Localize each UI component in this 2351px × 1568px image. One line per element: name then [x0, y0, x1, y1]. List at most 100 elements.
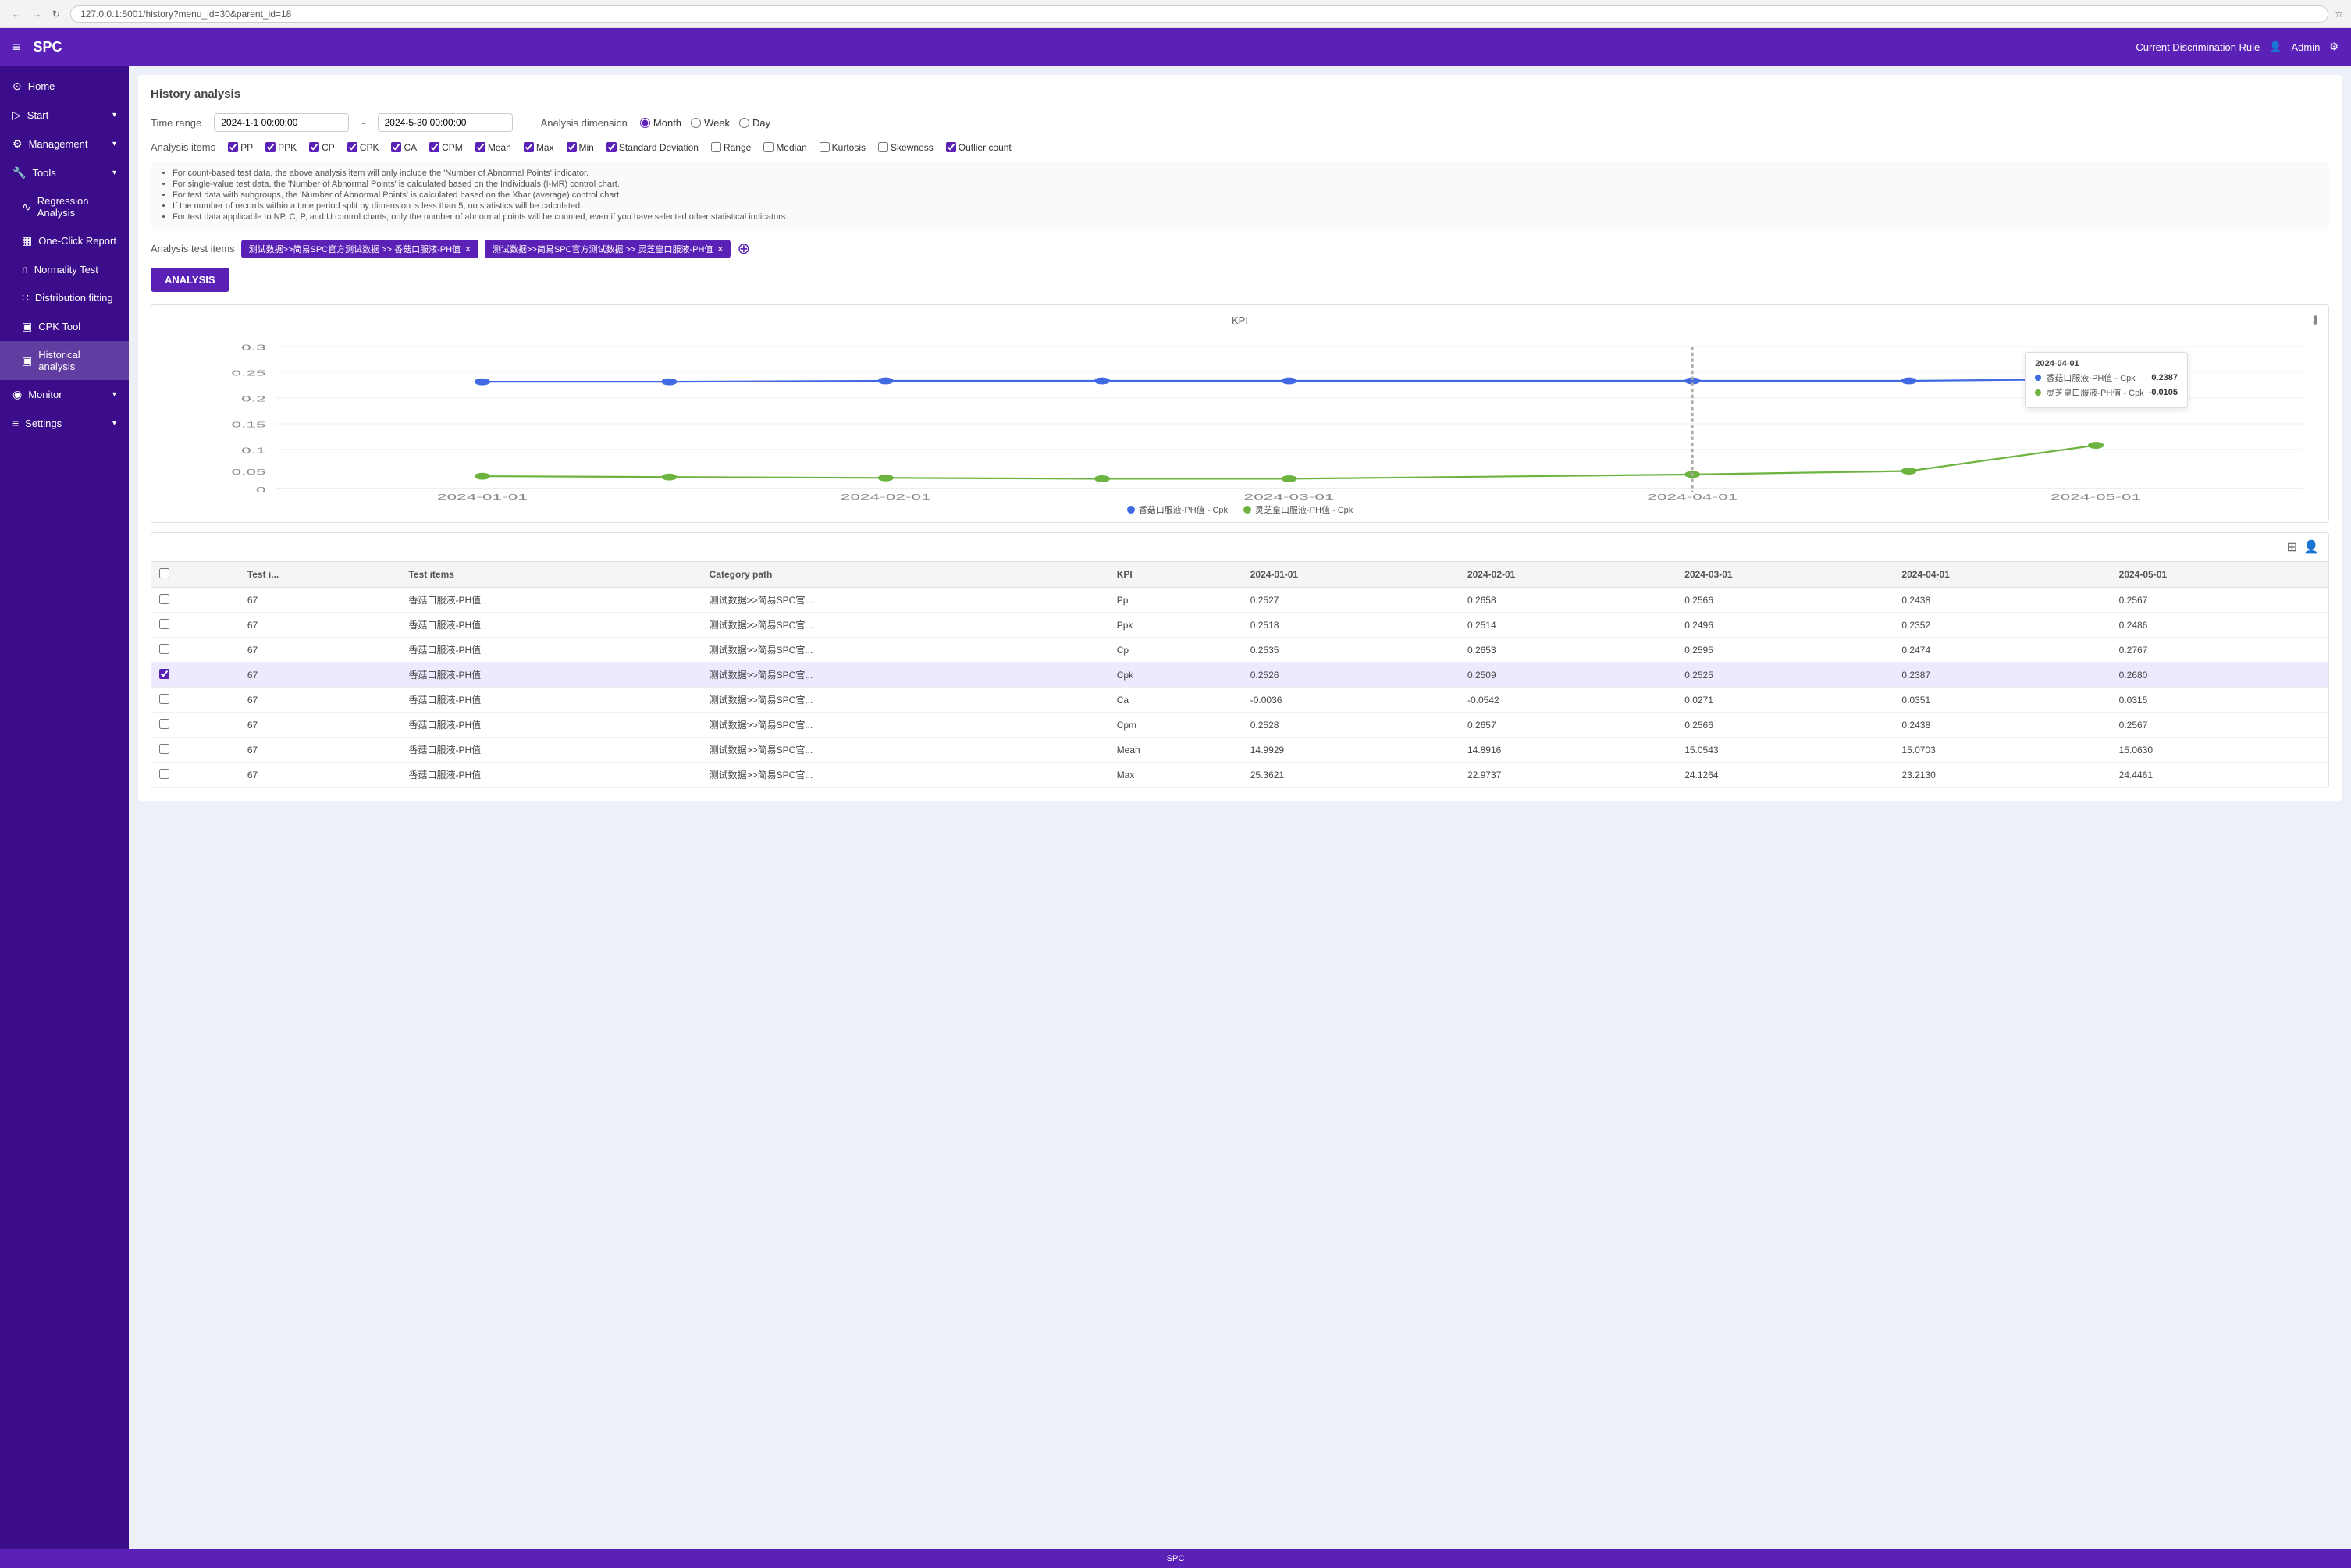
tooltip-date: 2024-04-01	[2035, 359, 2178, 368]
bookmark-icon[interactable]: ☆	[2335, 9, 2343, 20]
cb-cpk[interactable]: CPK	[347, 142, 379, 153]
cb-skewness[interactable]: Skewness	[878, 142, 934, 153]
sidebar-item-regression[interactable]: ∿ Regression Analysis	[0, 187, 129, 226]
sidebar-item-historical[interactable]: ▣ Historical analysis	[0, 341, 129, 380]
bottom-bar-label: SPC	[1167, 1554, 1185, 1563]
row-checkbox-cell[interactable]	[151, 713, 240, 738]
reload-btn[interactable]: ↻	[48, 7, 64, 21]
row-kpi: Ppk	[1109, 613, 1243, 638]
col-date-1: 2024-01-01	[1243, 562, 1460, 588]
radio-day[interactable]: Day	[739, 117, 770, 129]
export-icon[interactable]: 👤	[2303, 539, 2319, 555]
sidebar: ⊙ Home ▷ Start ▾ ⚙ Management ▾ 🔧 Tools …	[0, 66, 129, 1549]
back-btn[interactable]: ←	[8, 7, 25, 21]
sidebar-item-settings[interactable]: ≡ Settings ▾	[0, 409, 129, 437]
hamburger-icon[interactable]: ≡	[12, 39, 21, 55]
row-v1: 0.2526	[1243, 663, 1460, 688]
cb-outlier[interactable]: Outlier count	[946, 142, 1012, 153]
row-v4: 15.0703	[1894, 738, 2111, 763]
radio-week[interactable]: Week	[691, 117, 730, 129]
radio-week-label: Week	[704, 117, 730, 129]
row-checkbox-cell[interactable]	[151, 738, 240, 763]
select-all-checkbox[interactable]	[159, 568, 169, 578]
row-v3: 0.0271	[1677, 688, 1894, 713]
row-checkbox-cell[interactable]	[151, 688, 240, 713]
date-separator: -	[361, 117, 365, 129]
cb-mean[interactable]: Mean	[475, 142, 511, 153]
row-v1: 0.2528	[1243, 713, 1460, 738]
row-checkbox-cell[interactable]	[151, 763, 240, 788]
cb-ppk[interactable]: PPK	[265, 142, 297, 153]
analysis-button[interactable]: ANALYSIS	[151, 268, 229, 292]
cb-stddev[interactable]: Standard Deviation	[606, 142, 699, 153]
row-checkbox-cell[interactable]	[151, 613, 240, 638]
table-row: 67 香菇口服液-PH值 测试数据>>简易SPC官... Ppk 0.2518 …	[151, 613, 2328, 638]
row-checkbox-cell[interactable]	[151, 588, 240, 613]
cpk-icon: ▣	[22, 320, 32, 333]
table-row: 67 香菇口服液-PH值 测试数据>>简易SPC官... Pp 0.2527 0…	[151, 588, 2328, 613]
sidebar-label-tools: Tools	[32, 167, 55, 179]
sidebar-label-management: Management	[29, 138, 88, 150]
sidebar-item-distribution[interactable]: ∷ Distribution fitting	[0, 283, 129, 312]
svg-text:0.2: 0.2	[241, 394, 266, 403]
row-kpi: Cpm	[1109, 713, 1243, 738]
forward-btn[interactable]: →	[28, 7, 45, 21]
analysis-test-items-label: Analysis test items	[151, 243, 235, 254]
cb-cpm[interactable]: CPM	[429, 142, 463, 153]
row-test-id: 67	[240, 613, 401, 638]
sidebar-label-settings: Settings	[25, 418, 62, 429]
address-bar[interactable]: 127.0.0.1:5001/history?menu_id=30&parent…	[70, 5, 2328, 23]
sidebar-item-home[interactable]: ⊙ Home	[0, 72, 129, 101]
cb-cp[interactable]: CP	[309, 142, 335, 153]
analysis-items-label: Analysis items	[151, 141, 215, 153]
col-test-id: Test i...	[240, 562, 401, 588]
add-tag-button[interactable]: ⊕	[737, 239, 750, 258]
radio-week-input[interactable]	[691, 118, 701, 128]
chart-title: KPI	[158, 315, 2322, 326]
sidebar-item-monitor[interactable]: ◉ Monitor ▾	[0, 380, 129, 409]
radio-month[interactable]: Month	[640, 117, 681, 129]
svg-text:0.15: 0.15	[231, 420, 265, 428]
tooltip-value-2: -0.0105	[2149, 388, 2178, 397]
cb-range[interactable]: Range	[711, 142, 751, 153]
sidebar-item-tools[interactable]: 🔧 Tools ▾	[0, 158, 129, 187]
sidebar-label-regression: Regression Analysis	[37, 195, 116, 219]
radio-month-input[interactable]	[640, 118, 650, 128]
cb-ca[interactable]: CA	[391, 142, 417, 153]
sidebar-item-one-click[interactable]: ▦ One-Click Report	[0, 226, 129, 255]
row-checkbox-cell[interactable]	[151, 638, 240, 663]
cb-pp[interactable]: PP	[228, 142, 253, 153]
radio-month-label: Month	[653, 117, 681, 129]
row-checkbox-cell[interactable]	[151, 663, 240, 688]
radio-day-input[interactable]	[739, 118, 749, 128]
home-icon: ⊙	[12, 80, 22, 93]
cb-min[interactable]: Min	[567, 142, 594, 153]
data-table: Test i... Test items Category path KPI 2…	[151, 562, 2328, 788]
row-v3: 0.2566	[1677, 588, 1894, 613]
tag-1: 测试数据>>简易SPC官方测试数据 >> 香菇口服液-PH值 ×	[241, 240, 478, 258]
cb-median[interactable]: Median	[763, 142, 806, 153]
date-to-input[interactable]	[378, 113, 513, 132]
row-v1: 25.3621	[1243, 763, 1460, 788]
row-v3: 0.2595	[1677, 638, 1894, 663]
sidebar-item-start[interactable]: ▷ Start ▾	[0, 101, 129, 130]
download-icon[interactable]: ⬇	[2310, 313, 2321, 329]
date-from-input[interactable]	[214, 113, 349, 132]
sidebar-item-cpk-tool[interactable]: ▣ CPK Tool	[0, 312, 129, 341]
cb-max[interactable]: Max	[524, 142, 554, 153]
row-test-id: 67	[240, 663, 401, 688]
cb-kurtosis[interactable]: Kurtosis	[820, 142, 866, 153]
note-4: If the number of records within a time p…	[173, 201, 2320, 211]
grid-view-icon[interactable]: ⊞	[2287, 539, 2297, 555]
chart-legend: 香菇口服液-PH值 - Cpk 灵芝皇口服液-PH值 - Cpk	[158, 503, 2322, 516]
settings-icon[interactable]: ⚙	[2329, 41, 2339, 53]
nav-buttons[interactable]: ← → ↻	[8, 7, 64, 21]
sidebar-item-management[interactable]: ⚙ Management ▾	[0, 130, 129, 158]
col-kpi: KPI	[1109, 562, 1243, 588]
sidebar-item-normality[interactable]: n Normality Test	[0, 255, 129, 283]
row-v3: 0.2525	[1677, 663, 1894, 688]
sidebar-label-monitor: Monitor	[28, 389, 62, 400]
svg-text:0.3: 0.3	[241, 343, 266, 351]
tag-1-close[interactable]: ×	[465, 244, 471, 254]
tag-2-close[interactable]: ×	[717, 244, 723, 254]
